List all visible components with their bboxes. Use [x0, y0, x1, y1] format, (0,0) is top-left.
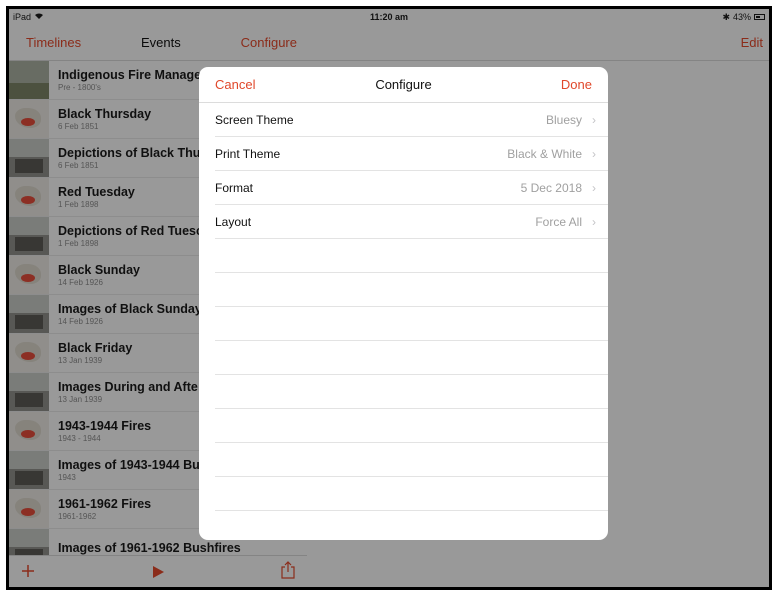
chevron-right-icon: ›	[592, 146, 596, 161]
empty-row	[215, 307, 608, 341]
chevron-right-icon: ›	[592, 214, 596, 229]
setting-label: Format	[215, 180, 254, 195]
empty-row	[215, 511, 608, 540]
empty-row	[215, 239, 608, 273]
setting-row-format[interactable]: Format 5 Dec 2018 ›	[215, 171, 608, 205]
setting-value: 5 Dec 2018	[520, 180, 582, 195]
modal-title: Configure	[375, 77, 432, 92]
empty-row	[215, 409, 608, 443]
setting-label: Print Theme	[215, 146, 281, 161]
setting-row-print-theme[interactable]: Print Theme Black & White ›	[215, 137, 608, 171]
wifi-icon	[34, 12, 44, 22]
done-button[interactable]: Done	[561, 77, 592, 92]
cancel-button[interactable]: Cancel	[215, 77, 255, 92]
battery-icon	[754, 14, 765, 20]
settings-list: Screen Theme Bluesy › Print Theme Black & Wh…	[199, 103, 608, 540]
ipad-screen: iPad 11:20 am ✱ 43% Timelines Events Con…	[6, 6, 772, 590]
setting-value: Bluesy	[545, 112, 582, 127]
setting-label: Screen Theme	[215, 112, 294, 127]
device-label: iPad	[13, 12, 32, 22]
empty-row	[215, 477, 608, 511]
empty-row	[215, 273, 608, 307]
empty-row	[215, 341, 608, 375]
setting-value: Force All	[535, 214, 582, 229]
empty-row	[215, 443, 608, 477]
empty-row	[215, 375, 608, 409]
chevron-right-icon: ›	[592, 112, 596, 127]
configure-modal: Cancel Configure Done Screen Theme Bluesy…	[199, 67, 608, 540]
setting-value: Black & White	[507, 146, 582, 161]
battery-percent: 43%	[732, 12, 751, 22]
setting-label: Layout	[215, 214, 252, 229]
setting-row-layout[interactable]: Layout Force All ›	[215, 205, 608, 239]
status-time: 11:20 am	[369, 12, 409, 22]
setting-row-screen-theme[interactable]: Screen Theme Bluesy ›	[215, 103, 608, 137]
status-bar: iPad 11:20 am ✱ 43%	[9, 9, 769, 25]
bluetooth-icon: ✱	[722, 11, 730, 22]
modal-nav-bar: Cancel Configure Done	[199, 67, 608, 103]
chevron-right-icon: ›	[592, 180, 596, 195]
